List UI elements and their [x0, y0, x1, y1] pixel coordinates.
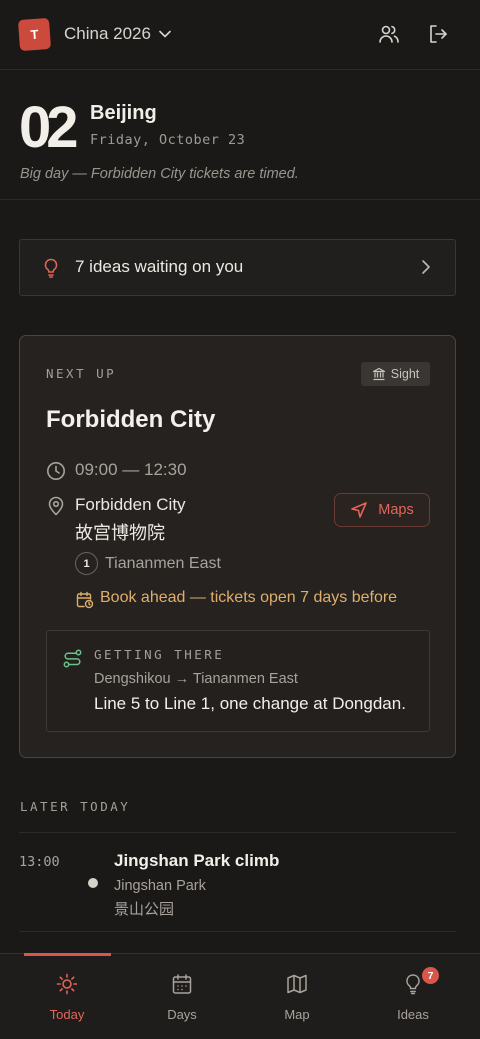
- timeline-dot: [88, 878, 98, 888]
- users-icon[interactable]: [377, 22, 401, 46]
- place-name-chinese: 故宫博物院: [75, 523, 165, 543]
- place-name: Forbidden City: [75, 495, 186, 514]
- clock-icon: [46, 461, 66, 481]
- lightbulb-icon: [42, 258, 60, 278]
- booking-note: Book ahead — tickets open 7 days before: [100, 589, 398, 606]
- map-icon: [286, 973, 308, 995]
- later-today-label: LATER TODAY: [20, 799, 131, 814]
- tab-map-label: Map: [284, 1007, 310, 1022]
- day-note: Big day — Forbidden City tickets are tim…: [20, 166, 299, 182]
- landmark-icon: [372, 367, 386, 381]
- category-tag-label: Sight: [390, 367, 420, 381]
- next-up-title: Forbidden City: [46, 406, 216, 433]
- maps-button-label: Maps: [378, 502, 414, 518]
- day-city: Beijing: [90, 102, 157, 124]
- metro-line-badge: 1: [75, 552, 98, 575]
- tab-ideas[interactable]: 7 Ideas: [365, 954, 461, 1039]
- route-icon: [63, 649, 82, 668]
- next-up-card[interactable]: NEXT UP Sight Forbidden City 09:00 — 12:…: [19, 335, 456, 758]
- trip-switcher[interactable]: China 2026: [64, 22, 171, 46]
- tab-today-label: Today: [49, 1007, 85, 1022]
- calendar-icon: [171, 973, 193, 995]
- metro-station: Tiananmen East: [105, 555, 221, 572]
- sun-icon: [56, 973, 78, 995]
- trip-avatar[interactable]: T: [17, 17, 52, 52]
- calendar-clock-icon: [76, 591, 94, 609]
- ideas-banner-text: 7 ideas waiting on you: [75, 257, 244, 276]
- later-item-title: Jingshan Park climb: [114, 851, 280, 870]
- getting-there-route: Dengshikou → Tiananmen East: [94, 671, 298, 687]
- ideas-count-badge: 7: [422, 967, 439, 984]
- later-item-place-chinese: 景山公园: [114, 901, 175, 918]
- day-date: Friday, October 23: [90, 132, 246, 148]
- tab-map[interactable]: Map: [249, 954, 345, 1039]
- lightbulb-icon: [402, 973, 424, 995]
- logout-icon[interactable]: [426, 22, 450, 46]
- getting-there-label: GETTING THERE: [94, 647, 225, 662]
- list-item[interactable]: 13:00 Jingshan Park climb Jingshan Park …: [19, 832, 456, 932]
- tab-days[interactable]: Days: [134, 954, 230, 1039]
- getting-there-box: GETTING THERE Dengshikou → Tiananmen Eas…: [46, 630, 430, 732]
- getting-there-description: Line 5 to Line 1, one change at Dongdan.: [94, 694, 406, 713]
- category-tag: Sight: [361, 362, 430, 386]
- navigation-arrow-icon: [350, 501, 368, 519]
- day-header: 02 Beijing Friday, October 23 Big day — …: [0, 70, 480, 200]
- top-bar: T China 2026: [0, 0, 480, 70]
- later-item-time: 13:00: [19, 854, 60, 870]
- tab-today[interactable]: Today: [19, 954, 115, 1039]
- bottom-nav: Today Days Map 7 Ideas: [0, 953, 480, 1039]
- chevron-down-icon: [159, 30, 171, 38]
- time-range: 09:00 — 12:30: [75, 460, 187, 479]
- next-up-label: NEXT UP: [46, 366, 117, 381]
- tab-ideas-label: Ideas: [397, 1007, 429, 1022]
- tab-days-label: Days: [167, 1007, 197, 1022]
- chevron-right-icon: [421, 259, 431, 275]
- ideas-banner[interactable]: 7 ideas waiting on you: [19, 239, 456, 296]
- later-item-place: Jingshan Park: [114, 878, 206, 894]
- maps-button[interactable]: Maps: [334, 493, 430, 527]
- day-number: 02: [19, 95, 78, 160]
- location-pin-icon: [47, 496, 65, 516]
- trip-name: China 2026: [64, 24, 151, 43]
